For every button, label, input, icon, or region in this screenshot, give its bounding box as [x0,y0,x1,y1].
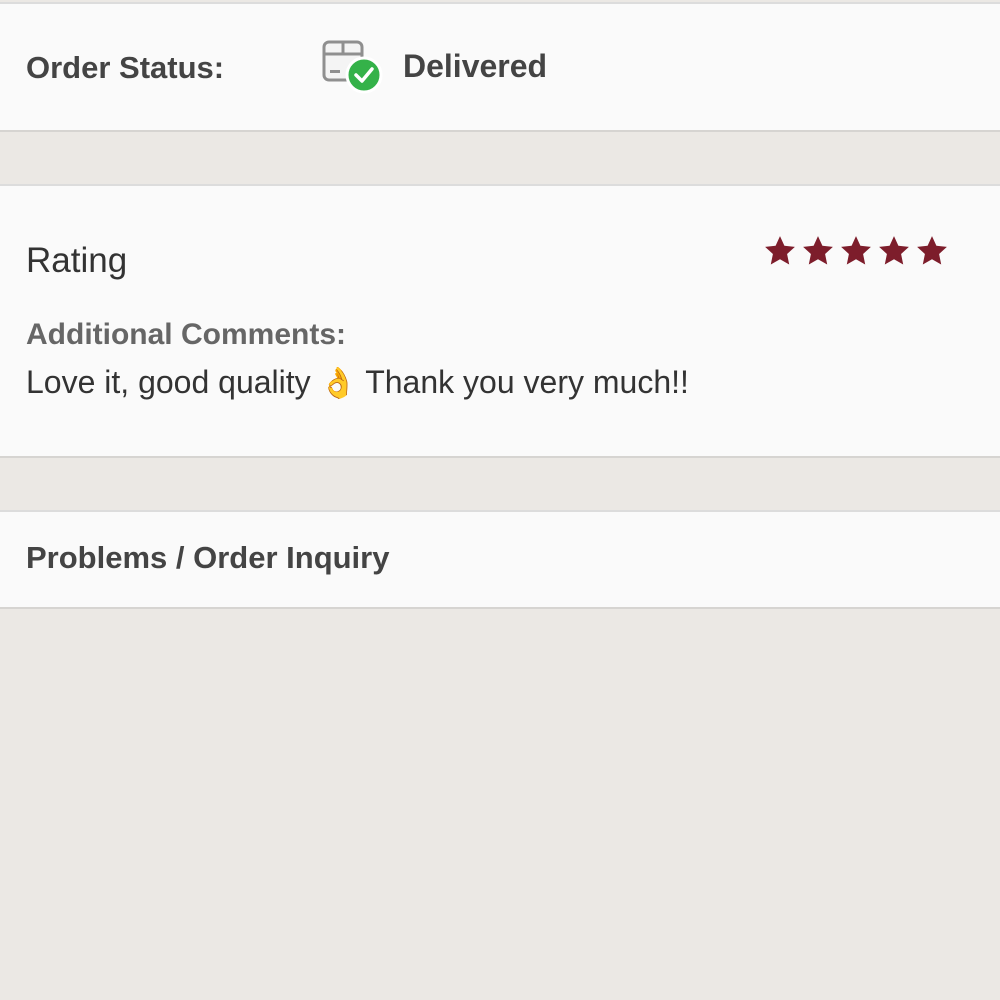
star-icon [917,236,947,265]
additional-comments-label: Additional Comments: [26,318,346,351]
star-icon [803,236,833,265]
additional-comments-text: Love it, good quality 👌 Thank you very m… [26,364,689,401]
order-inquiry-row[interactable]: Problems / Order Inquiry [0,510,1000,609]
order-status-card: Order Status: Delivered [0,2,1000,132]
ok-hand-emoji-icon: 👌 [319,367,357,400]
order-detail-page: Order Status: Delivered Rating Additiona… [0,0,1000,1000]
star-icon [765,236,795,265]
star-icon [841,236,871,265]
order-status-value: Delivered [403,48,548,84]
star-rating [763,234,949,270]
comment-text-start: Love it, good quality [26,364,311,400]
star-icon [879,236,909,265]
order-status-label: Order Status: [26,50,225,85]
package-delivered-icon [320,36,384,96]
review-card: Rating Additional Comments: Love it, goo… [0,184,1000,458]
comment-text-end: Thank you very much!! [365,364,689,400]
problems-order-inquiry-link[interactable]: Problems / Order Inquiry [26,540,389,576]
rating-label: Rating [26,241,128,280]
